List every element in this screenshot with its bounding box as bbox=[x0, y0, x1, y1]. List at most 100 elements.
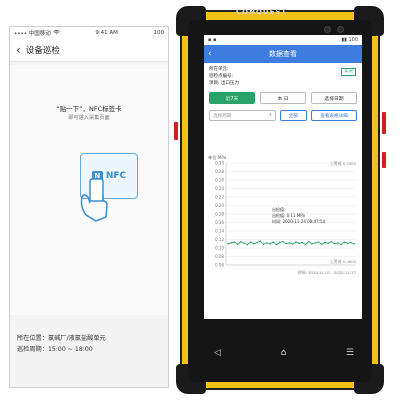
phone-screen: ▪ ▪ ▮▮ 100 ‹ 数据查看 所在单元: 巡检点编号: 项目: 出口压力 … bbox=[204, 35, 362, 319]
y-tick-label: 0.30 bbox=[215, 161, 224, 166]
period-select-placeholder: 选择周期 bbox=[213, 113, 232, 119]
period-value: 15:00 ~ 18:00 bbox=[47, 346, 93, 353]
data-point bbox=[330, 240, 333, 243]
sensor-icon bbox=[337, 26, 344, 33]
data-point bbox=[340, 243, 342, 246]
data-point bbox=[282, 240, 284, 243]
y-tick-label: 0.18 bbox=[215, 212, 224, 217]
tab-today[interactable]: 本 日 bbox=[260, 92, 306, 104]
data-point bbox=[243, 242, 245, 245]
filter-row: 选择周期 ▾ 全部 查看表格详细 bbox=[204, 106, 362, 125]
point-id-label: 巡检点编号: bbox=[209, 74, 234, 79]
location-info: 所在位置：氯碱厂/液氯盐酸单元 巡检周期：15:00 ~ 18:00 bbox=[17, 333, 106, 355]
power-button-red[interactable] bbox=[382, 152, 386, 168]
data-point bbox=[246, 243, 249, 246]
data-point bbox=[317, 241, 320, 243]
data-point bbox=[230, 242, 233, 244]
data-point bbox=[301, 241, 304, 244]
screen-status-left: ▪ ▪ bbox=[208, 37, 217, 43]
y-tick-label: 0.06 bbox=[215, 263, 224, 268]
chevron-down-icon: ▾ bbox=[269, 113, 272, 118]
data-point bbox=[311, 242, 313, 245]
data-point bbox=[346, 242, 349, 245]
unit-label: 所在单元: bbox=[209, 67, 229, 72]
back-icon[interactable]: ‹ bbox=[16, 44, 21, 56]
carrier-label: •••• 中国移动 bbox=[14, 31, 51, 37]
battery-label: 100 bbox=[153, 30, 165, 36]
tab-select-date[interactable]: 选择日期 bbox=[311, 92, 357, 104]
data-point bbox=[233, 241, 236, 243]
data-point bbox=[295, 241, 297, 243]
period-label: 巡检周期： bbox=[17, 346, 48, 353]
y-tick-label: 0.14 bbox=[215, 229, 224, 234]
y-tick-label: 0.24 bbox=[215, 186, 224, 191]
data-point bbox=[253, 242, 255, 245]
status-bar: •••• 中国移动 9:41 AM 100 bbox=[10, 27, 168, 39]
nfc-prompt-subtitle: 即可进入采集页面 bbox=[68, 115, 110, 121]
view-table-detail-button[interactable]: 查看表格详细 bbox=[311, 110, 357, 121]
wifi-icon bbox=[53, 29, 60, 37]
lower-warning-label: 上警戒 0.0600 bbox=[330, 259, 356, 264]
rugged-phone: CONQUEST ▪ ▪ ▮▮ 100 ‹ 数据查看 所在单元: 巡检点编号: … bbox=[174, 2, 392, 396]
screen-header: ‹ 数据查看 bbox=[204, 45, 362, 63]
data-point bbox=[240, 240, 242, 243]
y-tick-label: 0.28 bbox=[215, 169, 224, 174]
time-label: 9:41 AM bbox=[95, 30, 118, 36]
data-point bbox=[256, 241, 258, 244]
screen-title: 数据查看 bbox=[269, 50, 297, 58]
data-point bbox=[259, 240, 262, 242]
camera-icon bbox=[324, 26, 331, 33]
upper-warning-label: 上警戒 0.2300 bbox=[330, 161, 356, 166]
data-point bbox=[249, 241, 252, 243]
y-tick-label: 0.22 bbox=[215, 195, 224, 200]
position-label: 所在位置： bbox=[17, 335, 48, 342]
data-point bbox=[288, 242, 291, 244]
data-point bbox=[265, 242, 268, 244]
y-tick-label: 0.26 bbox=[215, 178, 224, 183]
data-point bbox=[307, 240, 310, 243]
screen-status-right: ▮▮ 100 bbox=[341, 37, 358, 43]
status-badge: 实况 bbox=[341, 68, 356, 76]
data-point bbox=[227, 242, 229, 245]
nfc-prompt-title: “贴一下”，NFC标签卡 bbox=[56, 105, 122, 113]
range-tabs: 近7天 本 日 选择日期 bbox=[204, 90, 362, 106]
position-value: 氯碱厂/液氯盐酸单元 bbox=[47, 335, 106, 342]
data-point bbox=[327, 242, 329, 245]
y-tick-label: 0.20 bbox=[215, 203, 224, 208]
data-point bbox=[278, 241, 281, 244]
data-point bbox=[304, 243, 307, 246]
all-button[interactable]: 全部 bbox=[279, 110, 308, 121]
data-point bbox=[343, 241, 346, 243]
tooltip-line-3: 时间: 2020-11-24 08:47:54 bbox=[272, 218, 326, 224]
data-point bbox=[269, 242, 271, 245]
home-key-icon[interactable]: ⌂ bbox=[281, 348, 287, 358]
hand-with-phone-icon bbox=[76, 177, 116, 227]
page-title: 设备巡检 bbox=[25, 46, 60, 56]
y-tick-label: 0.16 bbox=[215, 220, 224, 225]
data-point bbox=[314, 242, 317, 244]
screen-status-bar: ▪ ▪ ▮▮ 100 bbox=[204, 35, 362, 45]
tab-last-7-days[interactable]: 近7天 bbox=[209, 92, 255, 104]
data-point bbox=[298, 242, 300, 245]
data-point bbox=[272, 241, 275, 243]
data-point bbox=[349, 241, 352, 244]
info-panel: 所在单元: 巡检点编号: 项目: 出口压力 实况 bbox=[204, 63, 362, 90]
time-range-label: 时间: 2020-11-01 - 2020-11-27 bbox=[298, 270, 357, 275]
y-tick-label: 0.08 bbox=[215, 254, 224, 259]
volume-button-red[interactable] bbox=[382, 112, 386, 134]
data-point bbox=[320, 243, 323, 245]
pressure-line-chart: 单位:MPa0.300.280.260.240.220.200.180.160.… bbox=[208, 154, 357, 275]
data-point bbox=[324, 241, 326, 244]
data-point bbox=[333, 242, 336, 245]
side-button-red[interactable] bbox=[174, 122, 178, 140]
data-point bbox=[275, 243, 278, 246]
period-select[interactable]: 选择周期 ▾ bbox=[209, 110, 276, 121]
left-phone-screen: •••• 中国移动 9:41 AM 100 ‹ 设备巡检 “贴一下”，NFC标签… bbox=[9, 26, 169, 388]
data-point bbox=[262, 243, 265, 245]
data-point bbox=[337, 242, 339, 244]
back-key-icon[interactable]: ◁ bbox=[214, 348, 221, 358]
data-point bbox=[236, 243, 239, 245]
menu-key-icon[interactable]: ☰ bbox=[346, 348, 354, 358]
tooltip-line-2: 出检值: 0.11 MPa bbox=[272, 212, 305, 218]
nav-bar: ‹ 设备巡检 bbox=[10, 39, 168, 62]
